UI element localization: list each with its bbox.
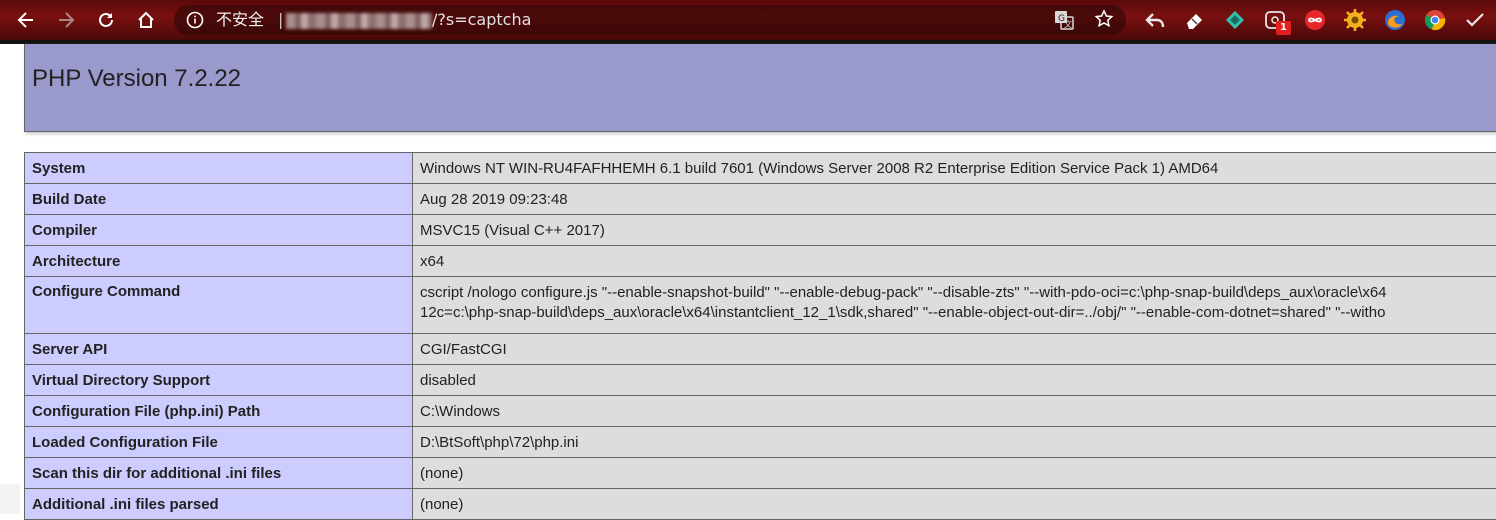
home-button[interactable] xyxy=(132,6,160,34)
svg-text:文: 文 xyxy=(1064,19,1072,29)
back-icon xyxy=(16,10,36,30)
page-corner-overlay xyxy=(0,484,20,514)
row-value: MSVC15 (Visual C++ 2017) xyxy=(413,215,1496,246)
row-label: Server API xyxy=(25,334,413,365)
row-label: Configure Command xyxy=(25,277,413,334)
row-value: D:\BtSoft\php\72\php.ini xyxy=(413,427,1496,458)
row-label: Loaded Configuration File xyxy=(25,427,413,458)
reload-button[interactable] xyxy=(92,6,120,34)
row-label: Architecture xyxy=(25,246,413,277)
table-row: Server API CGI/FastCGI xyxy=(25,334,1496,365)
table-row: Virtual Directory Support disabled xyxy=(25,365,1496,396)
row-label: Compiler xyxy=(25,215,413,246)
table-row: Configure Command cscript /nologo config… xyxy=(25,277,1496,334)
php-info-table: System Windows NT WIN-RU4FAFHHEMH 6.1 bu… xyxy=(24,152,1496,520)
address-bar[interactable]: 不安全 | /?s=captcha G 文 xyxy=(174,5,1126,35)
url-separator: | xyxy=(278,10,283,30)
php-version-header: PHP Version 7.2.22 xyxy=(24,44,1496,132)
table-row: Configuration File (php.ini) Path C:\Win… xyxy=(25,396,1496,427)
configure-command-line-2: 12c=c:\php-snap-build\deps_aux\oracle\x6… xyxy=(420,303,1496,323)
row-label: Configuration File (php.ini) Path xyxy=(25,396,413,427)
row-value: cscript /nologo configure.js "--enable-s… xyxy=(413,277,1496,334)
translate-icon[interactable]: G 文 xyxy=(1054,10,1074,30)
row-value: CGI/FastCGI xyxy=(413,334,1496,365)
extension-badge: 1 xyxy=(1276,21,1291,35)
forward-button[interactable] xyxy=(52,6,80,34)
infinity-icon[interactable] xyxy=(1304,9,1326,31)
table-row: Additional .ini files parsed (none) xyxy=(25,489,1496,520)
table-row: Loaded Configuration File D:\BtSoft\php\… xyxy=(25,427,1496,458)
row-value: x64 xyxy=(413,246,1496,277)
row-value: disabled xyxy=(413,365,1496,396)
eraser-icon[interactable] xyxy=(1184,9,1206,31)
row-label: Scan this dir for additional .ini files xyxy=(25,458,413,489)
home-icon xyxy=(136,10,156,30)
row-label: Build Date xyxy=(25,184,413,215)
star-icon[interactable] xyxy=(1094,9,1114,29)
row-value: (none) xyxy=(413,458,1496,489)
page-title: PHP Version 7.2.22 xyxy=(32,65,241,93)
back-button[interactable] xyxy=(12,6,40,34)
diamond-icon[interactable] xyxy=(1224,9,1246,31)
table-row: Build Date Aug 28 2019 09:23:48 xyxy=(25,184,1496,215)
forward-icon xyxy=(56,10,76,30)
row-label: Virtual Directory Support xyxy=(25,365,413,396)
row-value: (none) xyxy=(413,489,1496,520)
reload-icon xyxy=(96,10,116,30)
info-icon[interactable] xyxy=(186,11,204,29)
security-label[interactable]: 不安全 xyxy=(216,10,264,30)
row-value: C:\Windows xyxy=(413,396,1496,427)
firefox-icon[interactable] xyxy=(1384,9,1406,31)
gear-icon[interactable] xyxy=(1344,9,1366,31)
row-label: System xyxy=(25,153,413,184)
check-icon[interactable] xyxy=(1464,9,1486,31)
table-row: Architecture x64 xyxy=(25,246,1496,277)
row-value: Aug 28 2019 09:23:48 xyxy=(413,184,1496,215)
url-text[interactable]: /?s=captcha xyxy=(432,10,531,30)
table-row: Scan this dir for additional .ini files … xyxy=(25,458,1496,489)
configure-command-line-1: cscript /nologo configure.js "--enable-s… xyxy=(420,283,1496,303)
table-row: Compiler MSVC15 (Visual C++ 2017) xyxy=(25,215,1496,246)
browser-toolbar: 不安全 | /?s=captcha G 文 1 xyxy=(0,0,1496,40)
table-row: System Windows NT WIN-RU4FAFHHEMH 6.1 bu… xyxy=(25,153,1496,184)
chrome-icon[interactable] xyxy=(1424,9,1446,31)
redacted-host xyxy=(286,13,432,29)
row-value: Windows NT WIN-RU4FAFHHEMH 6.1 build 760… xyxy=(413,153,1496,184)
row-label: Additional .ini files parsed xyxy=(25,489,413,520)
reply-icon[interactable] xyxy=(1144,9,1166,31)
